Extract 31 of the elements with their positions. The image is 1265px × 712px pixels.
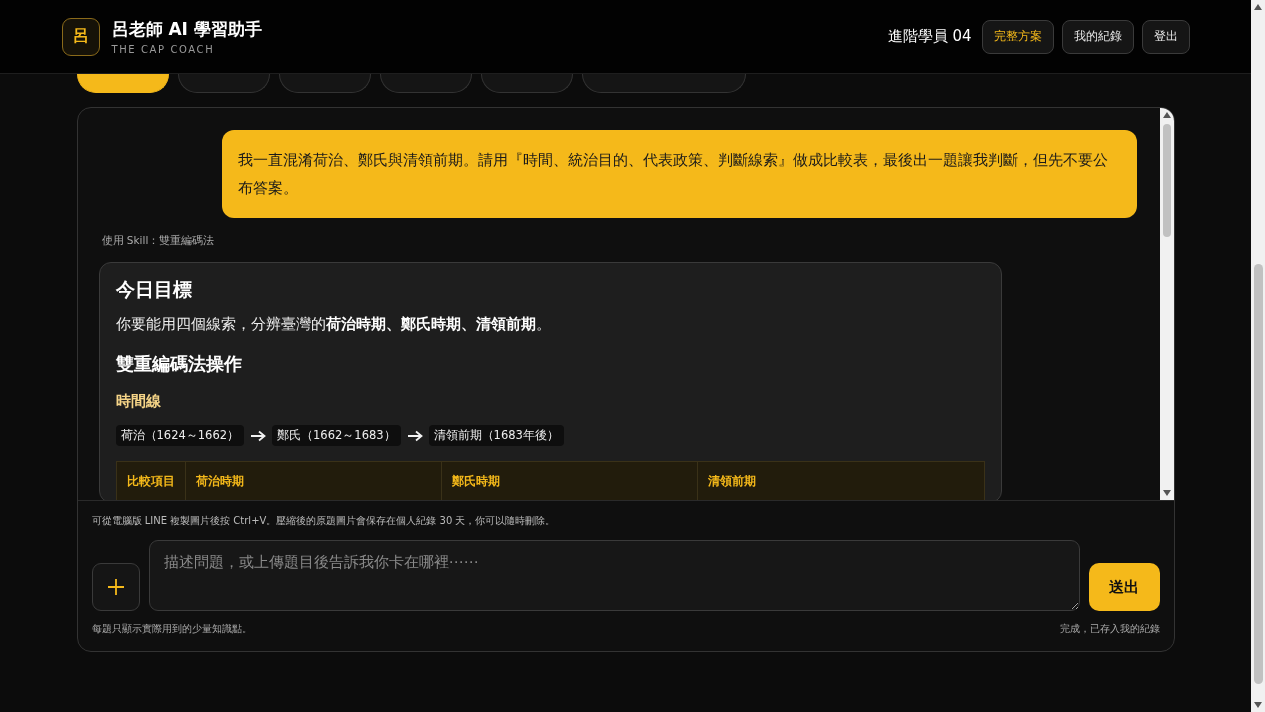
header-button[interactable]: 我的紀錄 xyxy=(1061,19,1134,54)
arrow-icon xyxy=(250,429,267,442)
app-subtitle: THE CAP COACH xyxy=(111,44,216,55)
add-button[interactable] xyxy=(91,563,140,611)
message-input[interactable]: 描述問題，或上傳題目後告訴我你卡在哪裡⋯⋯ xyxy=(148,540,1080,611)
scrollbar[interactable] xyxy=(1251,0,1265,712)
app-title: 呂老師 AI 學習助手 xyxy=(111,18,262,41)
goal-text: 你要能用四個線索，分辨臺灣的荷治時期、鄭氏時期、清領前期。 xyxy=(115,315,552,334)
send-button[interactable]: 送出 xyxy=(1088,563,1160,611)
user-name: 進階學員 04 xyxy=(887,27,972,46)
header-button[interactable]: 完整方案 xyxy=(981,19,1054,54)
paste-hint: 可從電腦版 LINE 複製圖片後按 Ctrl+V。壓縮後的原題圖片會保存在個人紀錄 30 天，你可以隨時刪除。 xyxy=(91,514,557,528)
logo-mark: 呂 xyxy=(61,17,100,56)
scrollbar[interactable] xyxy=(1159,108,1174,500)
section-heading: 雙重編碼法操作 xyxy=(115,352,243,376)
column-header: 比較項目 xyxy=(116,461,185,500)
timeline-chip: 鄭氏（1662～1683） xyxy=(272,425,401,446)
timeline-chip: 清領前期（1683年後） xyxy=(428,425,564,446)
arrow-icon xyxy=(406,429,423,442)
skill-label: 使用 Skill：雙重編碼法 xyxy=(101,234,216,248)
column-header: 鄭氏時期 xyxy=(441,461,697,500)
section-heading: 今日目標 xyxy=(115,277,193,302)
plus-icon xyxy=(105,577,126,597)
column-header: 清領前期 xyxy=(697,461,984,500)
knowledge-note: 每題只顯示實際用到的少量知識點。 xyxy=(91,622,252,636)
timeline-chip: 荷治（1624～1662） xyxy=(115,425,245,446)
column-header: 荷治時期 xyxy=(185,461,441,500)
save-status: 完成，已存入我的紀錄 xyxy=(1059,622,1160,636)
subsection-heading: 時間線 xyxy=(115,392,162,411)
header-button[interactable]: 登出 xyxy=(1141,19,1190,54)
user-message: 我一直混淆荷治、鄭氏與清領前期。請用『時間、統治目的、代表政策、判斷線索』做成比較表，最後出一題讓我判斷，但先不要公布答案。 xyxy=(221,130,1137,218)
